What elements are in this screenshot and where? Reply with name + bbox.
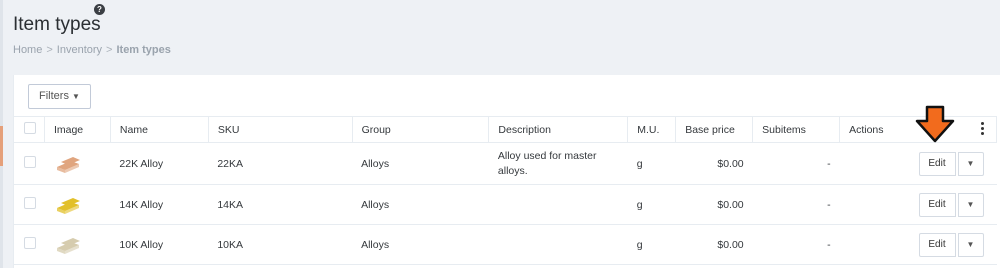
breadcrumb-current: Item types <box>116 44 171 57</box>
item-group: Alloys <box>352 142 489 185</box>
table-header-row: Image Name SKU Group Description M.U. Ba… <box>13 116 997 143</box>
item-base-price: $0.00 <box>675 142 753 185</box>
item-subitems: - <box>752 224 840 265</box>
alloy-bars-image <box>57 237 81 254</box>
edit-button[interactable]: Edit <box>918 192 956 217</box>
filters-label: Filters <box>39 90 69 102</box>
left-edge-accent <box>0 126 3 166</box>
alloy-bars-image <box>57 156 81 173</box>
item-name: 14K Alloy <box>110 184 209 225</box>
column-header-description[interactable]: Description <box>488 116 629 143</box>
item-actions-cell: Edit ▼ <box>839 142 997 185</box>
column-header-subitems: Subitems <box>752 116 841 143</box>
table-row: 22K Alloy 22KA Alloys Alloy used for mas… <box>13 142 997 185</box>
item-actions-cell: Edit ▼ <box>839 184 997 225</box>
table-row: 14K Alloy 14KA Alloys g $0.00 - Edit ▼ <box>13 184 997 225</box>
select-all-cell <box>13 116 45 143</box>
item-image-cell <box>44 142 111 185</box>
item-sku: 22KA <box>208 142 353 185</box>
item-base-price: $0.00 <box>675 184 753 225</box>
table-row: 10K Alloy 10KA Alloys g $0.00 - Edit ▼ <box>13 224 997 265</box>
item-types-table: Image Name SKU Group Description M.U. Ba… <box>13 116 997 265</box>
page-title: Item types <box>13 14 101 35</box>
item-subitems: - <box>752 184 840 225</box>
row-checkbox[interactable] <box>23 237 36 249</box>
item-mu: g <box>627 142 676 185</box>
item-subitems: - <box>752 142 840 185</box>
filters-button[interactable]: Filters ▼ <box>28 84 91 109</box>
item-description <box>488 184 628 225</box>
row-select-cell <box>13 184 45 225</box>
alloy-bars-image <box>57 197 81 214</box>
item-description <box>488 224 628 265</box>
item-image-cell <box>44 224 111 265</box>
item-mu: g <box>627 224 676 265</box>
column-header-base-price[interactable]: Base price <box>675 116 754 143</box>
edit-button[interactable]: Edit <box>918 232 956 257</box>
help-icon[interactable]: ? <box>94 4 105 15</box>
left-edge-strip <box>0 0 3 268</box>
column-header-name[interactable]: Name <box>109 116 209 143</box>
row-select-cell <box>13 142 45 185</box>
item-description: Alloy used for master alloys. <box>488 142 628 185</box>
item-name: 22K Alloy <box>110 142 209 185</box>
item-base-price: $0.00 <box>675 224 753 265</box>
row-select-cell <box>13 224 45 265</box>
item-group: Alloys <box>352 184 489 225</box>
column-header-sku[interactable]: SKU <box>207 116 353 143</box>
edit-button[interactable]: Edit <box>918 151 956 176</box>
column-header-mu[interactable]: M.U. <box>627 116 677 143</box>
caret-down-icon: ▼ <box>71 92 80 101</box>
arrow-down-icon <box>915 105 955 143</box>
item-actions-cell: Edit ▼ <box>839 224 997 265</box>
item-sku: 14KA <box>208 184 353 225</box>
item-sku: 10KA <box>208 224 353 265</box>
kebab-menu-icon[interactable] <box>978 122 986 136</box>
item-group: Alloys <box>352 224 489 265</box>
breadcrumb-separator: > <box>46 44 53 57</box>
caret-down-icon[interactable]: ▼ <box>957 232 984 257</box>
breadcrumb-home[interactable]: Home <box>13 44 42 56</box>
column-header-group[interactable]: Group <box>351 116 490 143</box>
item-mu: g <box>627 184 676 225</box>
row-checkbox[interactable] <box>23 197 36 209</box>
select-all-checkbox[interactable] <box>24 122 36 134</box>
breadcrumb: Home > Inventory > Item types <box>13 44 171 56</box>
breadcrumb-separator: > <box>106 44 113 57</box>
row-checkbox[interactable] <box>23 156 36 168</box>
column-header-image: Image <box>43 116 111 143</box>
item-image-cell <box>44 184 111 225</box>
breadcrumb-inventory[interactable]: Inventory <box>57 44 102 56</box>
caret-down-icon[interactable]: ▼ <box>957 192 984 217</box>
item-name: 10K Alloy <box>110 224 209 265</box>
caret-down-icon[interactable]: ▼ <box>957 151 984 176</box>
